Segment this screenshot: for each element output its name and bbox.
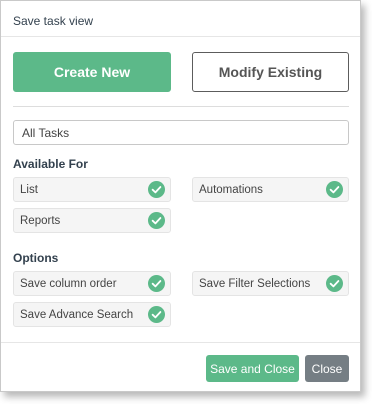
option-label: List bbox=[20, 184, 38, 196]
option-label: Reports bbox=[20, 215, 61, 227]
option-label: Save Advance Search bbox=[20, 309, 134, 321]
option-label: Automations bbox=[199, 184, 263, 196]
dialog-title: Save task view bbox=[13, 14, 94, 28]
footer-divider bbox=[1, 342, 360, 343]
create-new-button[interactable]: Create New bbox=[13, 52, 171, 92]
view-name-input[interactable] bbox=[13, 120, 349, 145]
save-and-close-button[interactable]: Save and Close bbox=[206, 355, 299, 382]
option-label: Save Filter Selections bbox=[199, 278, 311, 290]
option-save-column-order[interactable]: Save column order bbox=[13, 271, 171, 296]
option-label: Save column order bbox=[20, 278, 117, 290]
check-circle-icon bbox=[148, 306, 165, 323]
check-circle-icon bbox=[326, 275, 343, 292]
option-save-filter-selections[interactable]: Save Filter Selections bbox=[192, 271, 349, 296]
option-save-advance-search[interactable]: Save Advance Search bbox=[13, 302, 171, 327]
check-circle-icon bbox=[148, 275, 165, 292]
options-heading: Options bbox=[13, 251, 59, 265]
close-button[interactable]: Close bbox=[305, 355, 349, 382]
option-list[interactable]: List bbox=[13, 177, 171, 202]
check-circle-icon bbox=[326, 181, 343, 198]
check-circle-icon bbox=[148, 181, 165, 198]
option-reports[interactable]: Reports bbox=[13, 208, 171, 233]
check-circle-icon bbox=[148, 212, 165, 229]
modify-existing-button[interactable]: Modify Existing bbox=[192, 52, 349, 92]
divider bbox=[13, 106, 349, 107]
option-automations[interactable]: Automations bbox=[192, 177, 349, 202]
save-task-view-dialog: Save task view Create New Modify Existin… bbox=[0, 0, 361, 392]
dialog-header: Save task view bbox=[1, 1, 360, 37]
available-for-heading: Available For bbox=[13, 157, 88, 171]
